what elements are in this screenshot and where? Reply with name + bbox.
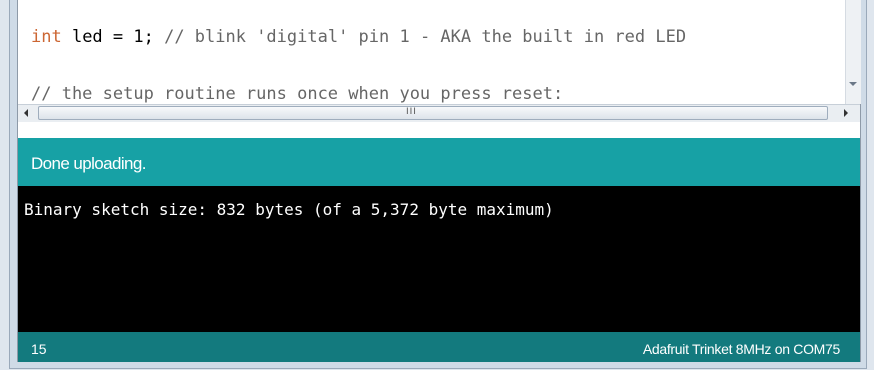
status-message: Done uploading. <box>31 154 146 173</box>
scroll-right-arrow-icon[interactable] <box>844 109 848 117</box>
code-line: int led = 1; // blink 'digital' pin 1 - … <box>31 27 686 47</box>
code-line: // the setup routine runs once when you … <box>31 84 563 104</box>
comment-token: // blink 'digital' pin 1 - AKA the built… <box>153 27 687 47</box>
scrollbar-grip-icon: III <box>406 107 417 117</box>
ide-content: int led = 1; // blink 'digital' pin 1 - … <box>17 0 861 362</box>
status-bar: Done uploading. <box>18 138 860 186</box>
horizontal-scrollbar[interactable]: III <box>18 104 860 123</box>
code-editor[interactable]: int led = 1; // blink 'digital' pin 1 - … <box>18 0 845 104</box>
ide-window: int led = 1; // blink 'digital' pin 1 - … <box>9 0 867 369</box>
scroll-down-arrow-icon[interactable] <box>849 82 857 86</box>
code-token: led = 1; <box>61 27 154 47</box>
comment-token: // the setup routine runs once when you … <box>31 84 564 104</box>
vertical-scrollbar[interactable] <box>845 0 861 104</box>
footer-bar: 15 Adafruit Trinket 8MHz on COM75 <box>18 332 860 362</box>
board-port-label: Adafruit Trinket 8MHz on COM75 <box>642 341 840 357</box>
divider[interactable] <box>18 122 860 138</box>
console-line: Binary sketch size: 832 bytes (of a 5,37… <box>24 200 554 219</box>
screen: int led = 1; // blink 'digital' pin 1 - … <box>0 0 874 370</box>
scroll-left-arrow-icon[interactable] <box>24 109 28 117</box>
console-output[interactable]: Binary sketch size: 832 bytes (of a 5,37… <box>18 186 860 332</box>
keyword-token: int <box>31 27 62 47</box>
scrollbar-thumb[interactable] <box>38 106 828 120</box>
line-number: 15 <box>31 341 47 357</box>
